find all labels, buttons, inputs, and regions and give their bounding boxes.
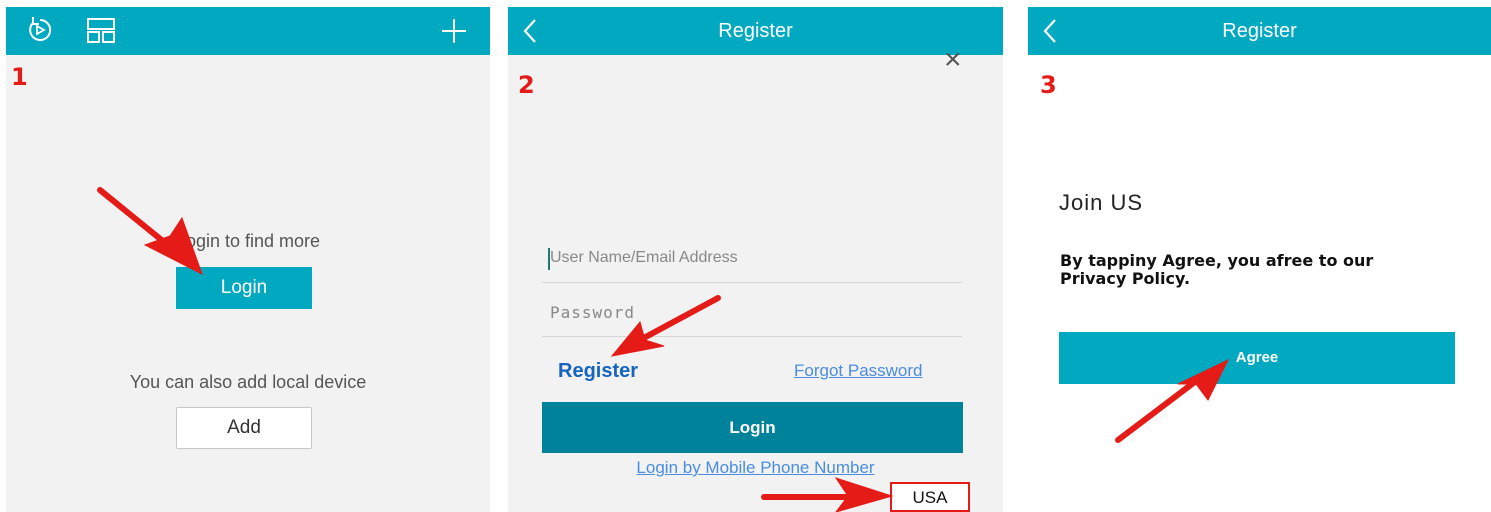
- local-device-text: You can also add local device: [129, 372, 367, 392]
- close-icon[interactable]: ×: [944, 45, 962, 75]
- step-number: 3: [1040, 71, 1057, 99]
- layout-grid-icon[interactable]: [86, 17, 116, 45]
- login-button[interactable]: Login: [542, 402, 963, 453]
- privacy-policy-text: By tappiny Agree, you afree to our Priva…: [1060, 251, 1374, 288]
- top-bar: Register: [1028, 7, 1491, 55]
- agree-button[interactable]: Agree: [1059, 332, 1455, 384]
- step-number: 2: [518, 71, 535, 99]
- forgot-password-link[interactable]: Forgot Password: [794, 361, 923, 381]
- panel-devices-screen: 1 Login to find more Login You can also …: [6, 7, 490, 512]
- top-bar: [6, 7, 490, 55]
- page-title: Register: [1222, 20, 1297, 42]
- top-bar: Register: [508, 7, 1003, 55]
- login-prompt-text: Login to find more: [175, 231, 321, 251]
- step-number: 1: [11, 63, 28, 91]
- region-selector[interactable]: USA: [890, 482, 970, 512]
- panel-login-screen: Register 2 × User Name/Email Address Pas…: [508, 7, 1003, 512]
- playback-icon[interactable]: [24, 14, 56, 46]
- join-heading: Join US: [1059, 190, 1144, 215]
- password-placeholder: Password: [550, 303, 636, 322]
- register-link[interactable]: Register: [558, 360, 638, 383]
- username-field[interactable]: User Name/Email Address: [542, 235, 962, 283]
- password-field[interactable]: Password: [542, 289, 962, 337]
- add-icon[interactable]: [440, 17, 468, 45]
- add-device-button[interactable]: Add: [176, 407, 312, 449]
- panel-agreement-screen: Register 3 Join US By tappiny Agree, you…: [1028, 7, 1491, 512]
- mobile-login-link[interactable]: Login by Mobile Phone Number: [508, 458, 1003, 478]
- page-title: Register: [718, 20, 793, 42]
- login-button[interactable]: Login: [176, 267, 312, 309]
- username-placeholder: User Name/Email Address: [550, 249, 738, 266]
